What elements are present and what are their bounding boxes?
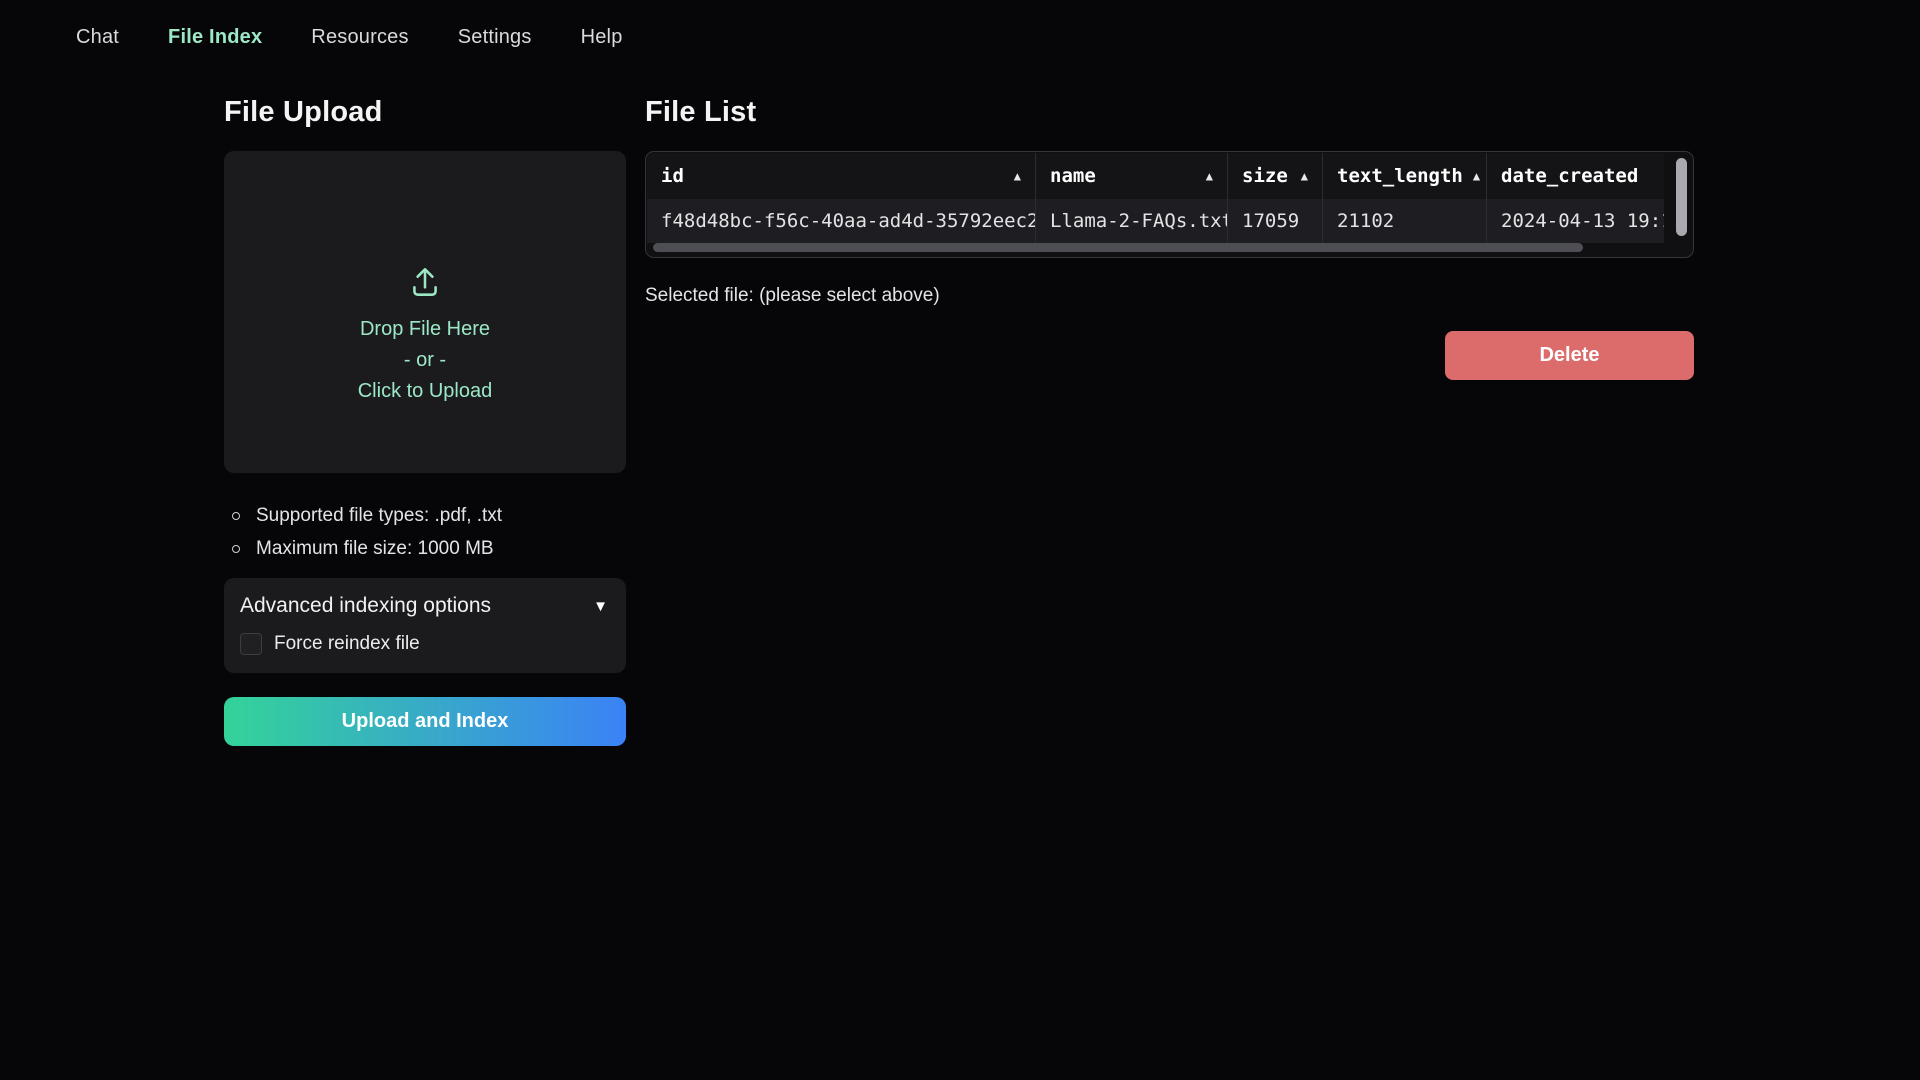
file-upload-panel: File Upload Drop File Here - or - Click … [224, 96, 626, 746]
force-reindex-row[interactable]: Force reindex file [240, 633, 608, 655]
file-table: id ▲ name ▲ size ▲ text_length [645, 151, 1694, 258]
file-dropzone[interactable]: Drop File Here - or - Click to Upload [224, 151, 626, 473]
force-reindex-checkbox[interactable] [240, 633, 262, 655]
note-text: Supported file types: .pdf, .txt [256, 499, 502, 532]
file-table-grid: id ▲ name ▲ size ▲ text_length [647, 153, 1664, 243]
column-label: text_length [1337, 165, 1463, 187]
advanced-options-accordion: Advanced indexing options ▼ Force reinde… [224, 578, 626, 673]
table-vertical-scrollbar[interactable] [1676, 158, 1687, 236]
dropzone-content: Drop File Here - or - Click to Upload [358, 264, 493, 407]
cell-name[interactable]: Llama-2-FAQs.txt [1036, 199, 1228, 243]
upload-notes: Supported file types: .pdf, .txt Maximum… [224, 499, 626, 565]
column-header-name[interactable]: name ▲ [1036, 153, 1228, 199]
note-supported-types: Supported file types: .pdf, .txt [232, 499, 626, 532]
sort-asc-icon[interactable]: ▲ [1014, 169, 1021, 183]
advanced-options-header[interactable]: Advanced indexing options ▼ [240, 594, 608, 618]
bullet-icon [232, 512, 240, 520]
column-header-text-length[interactable]: text_length ▲ [1323, 153, 1487, 199]
dropzone-line-or: - or - [404, 345, 446, 376]
cell-size[interactable]: 17059 [1228, 199, 1323, 243]
column-header-size[interactable]: size ▲ [1228, 153, 1323, 199]
upload-icon [407, 264, 443, 300]
file-table-viewport: id ▲ name ▲ size ▲ text_length [647, 153, 1664, 256]
sort-asc-icon[interactable]: ▲ [1473, 169, 1480, 183]
table-horizontal-scrollbar[interactable] [653, 243, 1583, 252]
tab-settings[interactable]: Settings [458, 26, 532, 49]
upload-and-index-button[interactable]: Upload and Index [224, 697, 626, 746]
column-header-id[interactable]: id ▲ [647, 153, 1036, 199]
tab-help[interactable]: Help [581, 26, 623, 49]
delete-button-row: Delete [645, 331, 1694, 380]
table-header-row: id ▲ name ▲ size ▲ text_length [647, 153, 1664, 199]
cell-date-created[interactable]: 2024-04-13 19:18: [1487, 199, 1664, 243]
sort-asc-icon[interactable]: ▲ [1301, 169, 1308, 183]
cell-id[interactable]: f48d48bc-f56c-40aa-ad4d-35792eec2f5b [647, 199, 1036, 243]
selected-file-status: Selected file: (please select above) [645, 285, 1694, 307]
dropzone-click-to-upload[interactable]: Click to Upload [358, 376, 493, 407]
bullet-icon [232, 545, 240, 553]
tab-resources[interactable]: Resources [311, 26, 408, 49]
file-list-title: File List [645, 96, 1694, 129]
top-nav: Chat File Index Resources Settings Help [76, 26, 623, 49]
force-reindex-label: Force reindex file [274, 633, 420, 655]
app-window: Chat File Index Resources Settings Help … [0, 0, 1920, 1080]
tab-file-index[interactable]: File Index [168, 26, 262, 49]
delete-button[interactable]: Delete [1445, 331, 1694, 380]
column-label: name [1050, 165, 1096, 187]
tab-chat[interactable]: Chat [76, 26, 119, 49]
file-upload-title: File Upload [224, 96, 626, 129]
note-max-size: Maximum file size: 1000 MB [232, 532, 626, 565]
cell-text-length[interactable]: 21102 [1323, 199, 1487, 243]
table-row[interactable]: f48d48bc-f56c-40aa-ad4d-35792eec2f5b Lla… [647, 199, 1664, 243]
advanced-options-title: Advanced indexing options [240, 594, 491, 618]
column-header-date-created[interactable]: date_created [1487, 153, 1664, 199]
sort-asc-icon[interactable]: ▲ [1206, 169, 1213, 183]
dropzone-line-drop: Drop File Here [360, 314, 490, 345]
chevron-down-icon[interactable]: ▼ [593, 598, 608, 615]
column-label: size [1242, 165, 1288, 187]
column-label: date_created [1501, 165, 1638, 187]
note-text: Maximum file size: 1000 MB [256, 532, 494, 565]
file-list-panel: File List id ▲ name ▲ size [645, 96, 1694, 380]
column-label: id [661, 165, 684, 187]
